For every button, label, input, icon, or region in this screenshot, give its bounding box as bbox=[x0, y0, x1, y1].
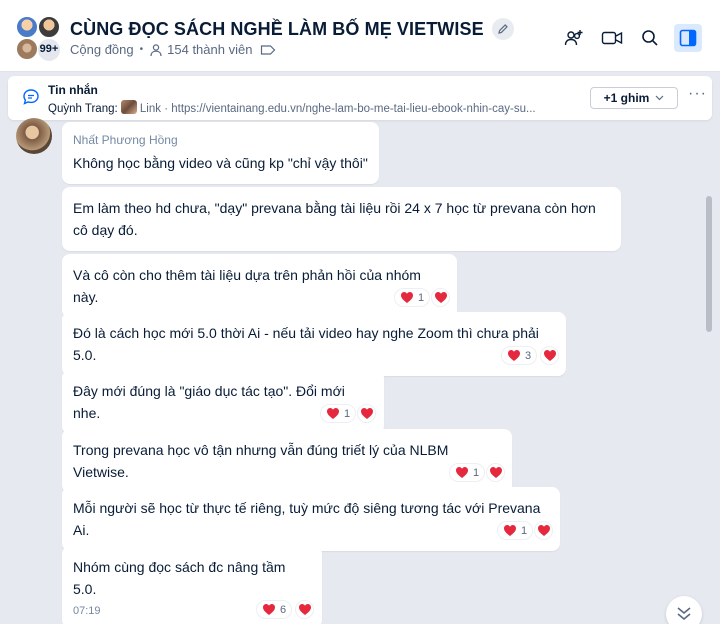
tag-icon[interactable] bbox=[260, 44, 276, 56]
message-bubble[interactable]: Đó là cách học mới 5.0 thời Ai - nếu tải… bbox=[62, 312, 566, 376]
reaction-count: 1 bbox=[344, 407, 351, 420]
react-button[interactable] bbox=[431, 288, 450, 307]
message-text: Đó là cách học mới 5.0 thời Ai - nếu tải… bbox=[73, 325, 539, 363]
more-options-icon[interactable]: ··· bbox=[688, 85, 707, 103]
message-bubble[interactable]: Đây mới đúng là "giáo dục tác tạo". Đổi … bbox=[62, 370, 384, 434]
message-bubble[interactable]: Mỗi người sẽ học từ thực tế riêng, tuỳ m… bbox=[62, 487, 560, 551]
sender-avatar[interactable] bbox=[16, 118, 52, 154]
member-overflow-count: 99+ bbox=[37, 38, 61, 62]
react-button[interactable] bbox=[357, 404, 376, 423]
message-bubble[interactable]: Trong prevana học vô tận nhưng vẫn đúng … bbox=[62, 429, 512, 493]
conversation-info-button[interactable] bbox=[674, 24, 702, 52]
heart-icon bbox=[537, 525, 550, 536]
chat-bubble-icon bbox=[22, 88, 40, 111]
heart-icon bbox=[543, 350, 556, 361]
group-type: Cộng đồng bbox=[70, 42, 134, 57]
reaction-summary[interactable]: 1 bbox=[497, 521, 534, 540]
member-icon bbox=[149, 43, 163, 57]
react-button[interactable] bbox=[540, 346, 559, 365]
react-button[interactable] bbox=[534, 521, 553, 540]
search-icon bbox=[642, 30, 658, 46]
reaction-count: 1 bbox=[473, 466, 480, 479]
message-text: Mỗi người sẽ học từ thực tế riêng, tuỳ m… bbox=[73, 500, 541, 538]
conversation-header: 99+ CÙNG ĐỌC SÁCH NGHỀ LÀM BỐ MẸ VIETWIS… bbox=[0, 0, 720, 72]
reaction-count: 1 bbox=[418, 291, 425, 304]
chat-scrollbar[interactable] bbox=[706, 196, 712, 332]
pinned-url[interactable]: · https://vientainang.edu.vn/nghe-lam-bo… bbox=[164, 103, 535, 115]
heart-icon bbox=[326, 407, 340, 420]
sender-name[interactable]: Nhất Phương Hồng bbox=[73, 132, 368, 148]
add-member-button[interactable] bbox=[560, 24, 588, 52]
reaction-summary[interactable]: 3 bbox=[501, 346, 538, 365]
search-button[interactable] bbox=[636, 24, 664, 52]
pinned-preview[interactable]: Quỳnh Trang: Link · https://vientainang.… bbox=[48, 100, 578, 115]
message-bubble[interactable]: Và cô còn cho thêm tài liệu dựa trên phả… bbox=[62, 254, 457, 318]
message-text: Em làm theo hd chưa, "dạy" prevana bằng … bbox=[73, 200, 596, 238]
member-count[interactable]: 154 thành viên bbox=[167, 42, 252, 57]
message-text: Nhóm cùng đọc sách đc nâng tầm 5.0. bbox=[73, 559, 286, 597]
message-text: Và cô còn cho thêm tài liệu dựa trên phả… bbox=[73, 267, 421, 305]
pinned-link-label: Link bbox=[139, 103, 161, 115]
scroll-to-bottom-button[interactable] bbox=[666, 596, 702, 624]
heart-icon bbox=[489, 467, 502, 478]
heart-icon bbox=[455, 466, 469, 479]
sidebar-panel-icon bbox=[679, 29, 697, 47]
message-text: Không học bằng video và cũng kp "chỉ vậy… bbox=[73, 155, 368, 171]
more-pins-dropdown[interactable]: +1 ghim bbox=[590, 87, 678, 109]
group-title: CÙNG ĐỌC SÁCH NGHỀ LÀM BỐ MẸ VIETWISE bbox=[70, 18, 484, 39]
video-camera-icon bbox=[601, 31, 623, 45]
heart-icon bbox=[400, 291, 414, 304]
reaction-count: 3 bbox=[525, 349, 532, 362]
pencil-icon bbox=[497, 24, 508, 34]
link-thumbnail bbox=[120, 100, 137, 114]
member-avatar bbox=[16, 16, 38, 38]
pinned-label: Tin nhắn bbox=[48, 83, 98, 97]
reaction-summary[interactable]: 1 bbox=[320, 404, 357, 423]
heart-icon bbox=[360, 408, 373, 419]
heart-icon bbox=[503, 524, 517, 537]
react-button[interactable] bbox=[295, 600, 314, 619]
message-bubble[interactable]: Nhất Phương Hồng Không học bằng video và… bbox=[62, 122, 379, 184]
reaction-summary[interactable]: 1 bbox=[449, 463, 486, 482]
reaction-summary[interactable]: 1 bbox=[394, 288, 431, 307]
member-avatar bbox=[16, 38, 38, 60]
chevron-down-icon bbox=[655, 95, 664, 101]
message-text: Trong prevana học vô tận nhưng vẫn đúng … bbox=[73, 442, 449, 480]
reaction-count: 1 bbox=[521, 524, 528, 537]
heart-icon bbox=[434, 292, 447, 303]
react-button[interactable] bbox=[486, 463, 505, 482]
add-group-member-icon bbox=[564, 30, 583, 46]
heart-icon bbox=[298, 604, 311, 615]
reaction-count: 6 bbox=[280, 603, 287, 616]
group-avatar[interactable]: 99+ bbox=[14, 14, 62, 62]
edit-name-button[interactable] bbox=[491, 18, 514, 40]
video-call-button[interactable] bbox=[598, 24, 626, 52]
reaction-summary[interactable]: 6 bbox=[256, 600, 293, 619]
heart-icon bbox=[507, 349, 521, 362]
member-avatar bbox=[38, 16, 60, 38]
pinned-sender: Quỳnh Trang: bbox=[48, 103, 118, 115]
heart-icon bbox=[262, 603, 276, 616]
pinned-message-bar[interactable]: Tin nhắn Quỳnh Trang: Link · https://vie… bbox=[8, 76, 712, 120]
more-pins-label: +1 ghim bbox=[603, 91, 650, 105]
double-chevron-down-icon bbox=[677, 607, 691, 621]
message-bubble[interactable]: Em làm theo hd chưa, "dạy" prevana bằng … bbox=[62, 187, 621, 251]
